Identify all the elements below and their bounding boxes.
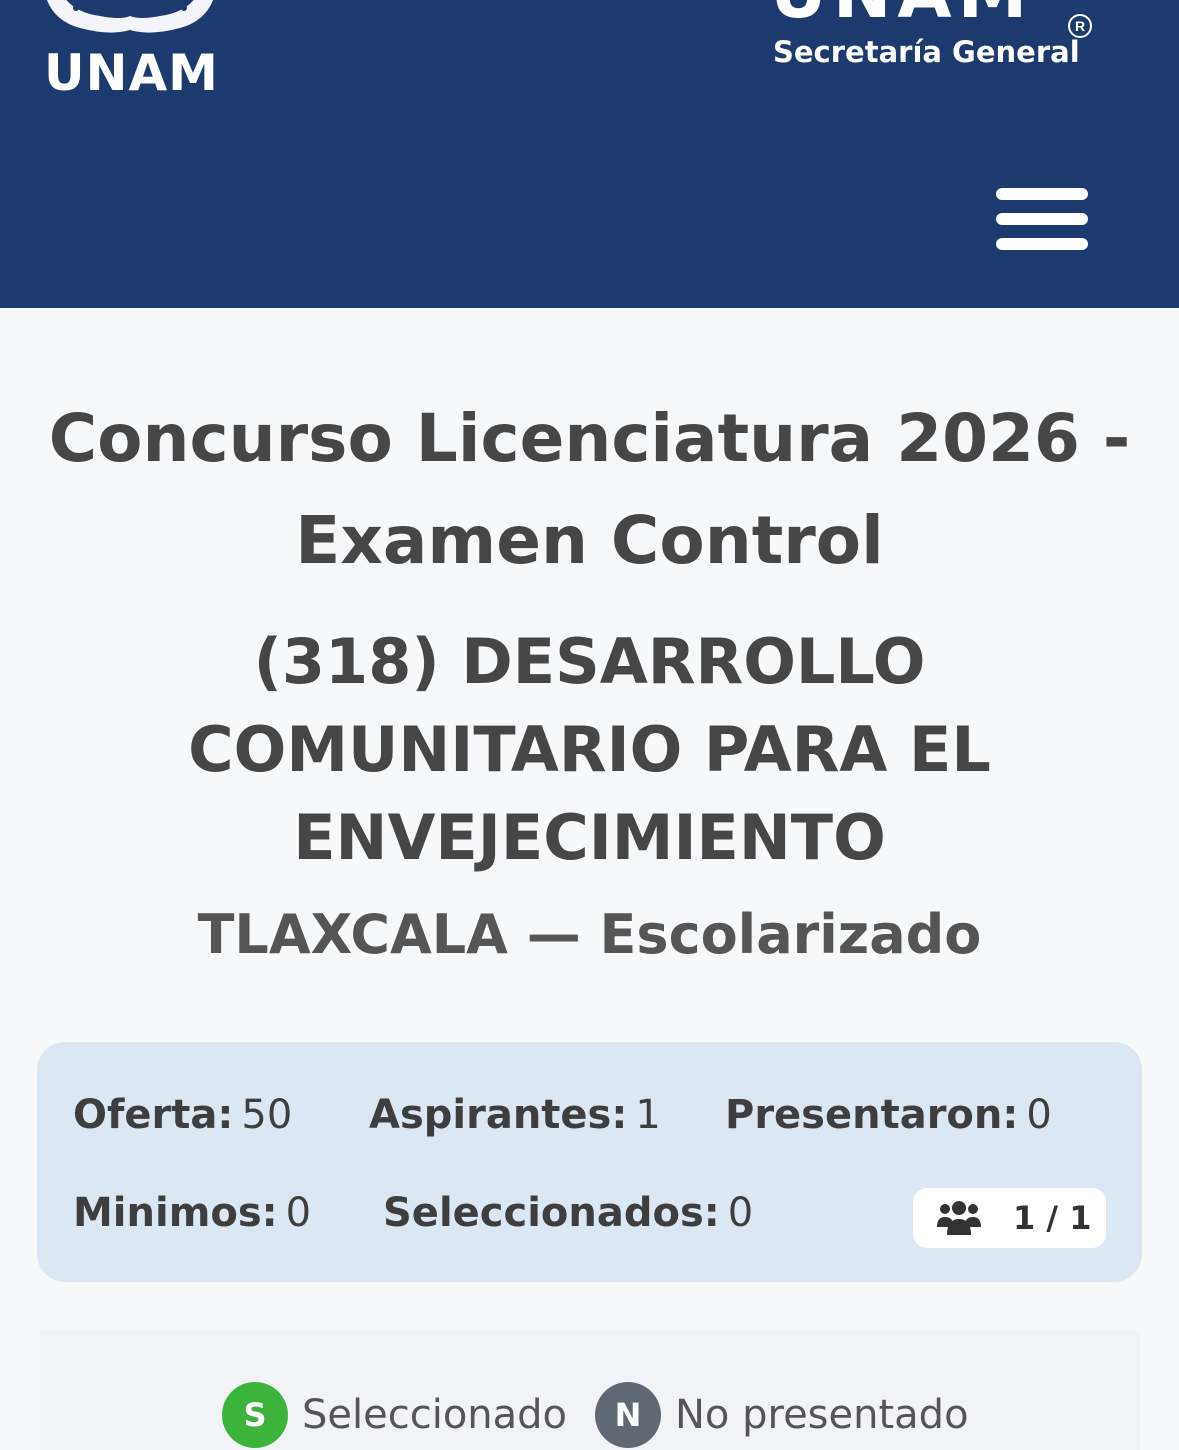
stat-aspirantes: Aspirantes: 1	[369, 1090, 661, 1140]
menu-bar	[996, 188, 1088, 200]
secretaria-general-text: Secretaría General	[773, 35, 1080, 69]
stat-seleccionados: Seleccionados: 0	[383, 1188, 753, 1238]
stats-card: Oferta: 50 Aspirantes: 1 Presentaron: 0 Min…	[37, 1042, 1142, 1282]
stat-label: Oferta:	[73, 1092, 234, 1138]
stat-value: 1	[635, 1092, 661, 1138]
stat-label: Aspirantes:	[369, 1092, 628, 1138]
unam-crest-logo	[47, 0, 213, 33]
status-badge-no-presentado: N	[595, 1382, 661, 1448]
stat-minimos: Minimos: 0	[73, 1188, 311, 1238]
page-title: Concurso Licenciatura 2026 - Examen Cont…	[48, 400, 1131, 579]
users-icon	[937, 1201, 981, 1235]
unam-logo-text: UNAM	[44, 44, 219, 102]
stat-label: Presentaron:	[725, 1092, 1019, 1138]
legend-label: No presentado	[675, 1392, 969, 1438]
career-title: (318) DESARROLLO COMUNITARIO PARA EL ENV…	[188, 625, 991, 874]
legend-label: Seleccionado	[302, 1392, 568, 1438]
hamburger-menu-button[interactable]	[996, 186, 1088, 252]
stat-value: 50	[241, 1092, 293, 1138]
status-badge-seleccionado: S	[222, 1382, 288, 1448]
menu-bar	[996, 213, 1088, 225]
stat-label: Minimos:	[73, 1190, 278, 1236]
candidates-count-badge[interactable]: 1 / 1	[913, 1188, 1106, 1248]
stat-presentaron: Presentaron: 0	[725, 1090, 1052, 1140]
stat-value: 0	[1026, 1092, 1052, 1138]
stat-value: 0	[285, 1190, 312, 1236]
stat-value: 0	[727, 1190, 754, 1236]
menu-bar	[996, 238, 1088, 250]
count-text: 1 / 1	[1013, 1199, 1092, 1237]
stat-label: Seleccionados:	[383, 1190, 720, 1236]
legend: S Seleccionado N No presentado	[40, 1330, 1140, 1450]
top-header: UNAM UNAM R Secretaría General	[0, 0, 1179, 308]
stat-oferta: Oferta: 50	[73, 1090, 292, 1140]
campus-modality: TLAXCALA — Escolarizado	[197, 903, 982, 966]
unam-logo-text-large: UNAM	[770, 0, 1033, 28]
